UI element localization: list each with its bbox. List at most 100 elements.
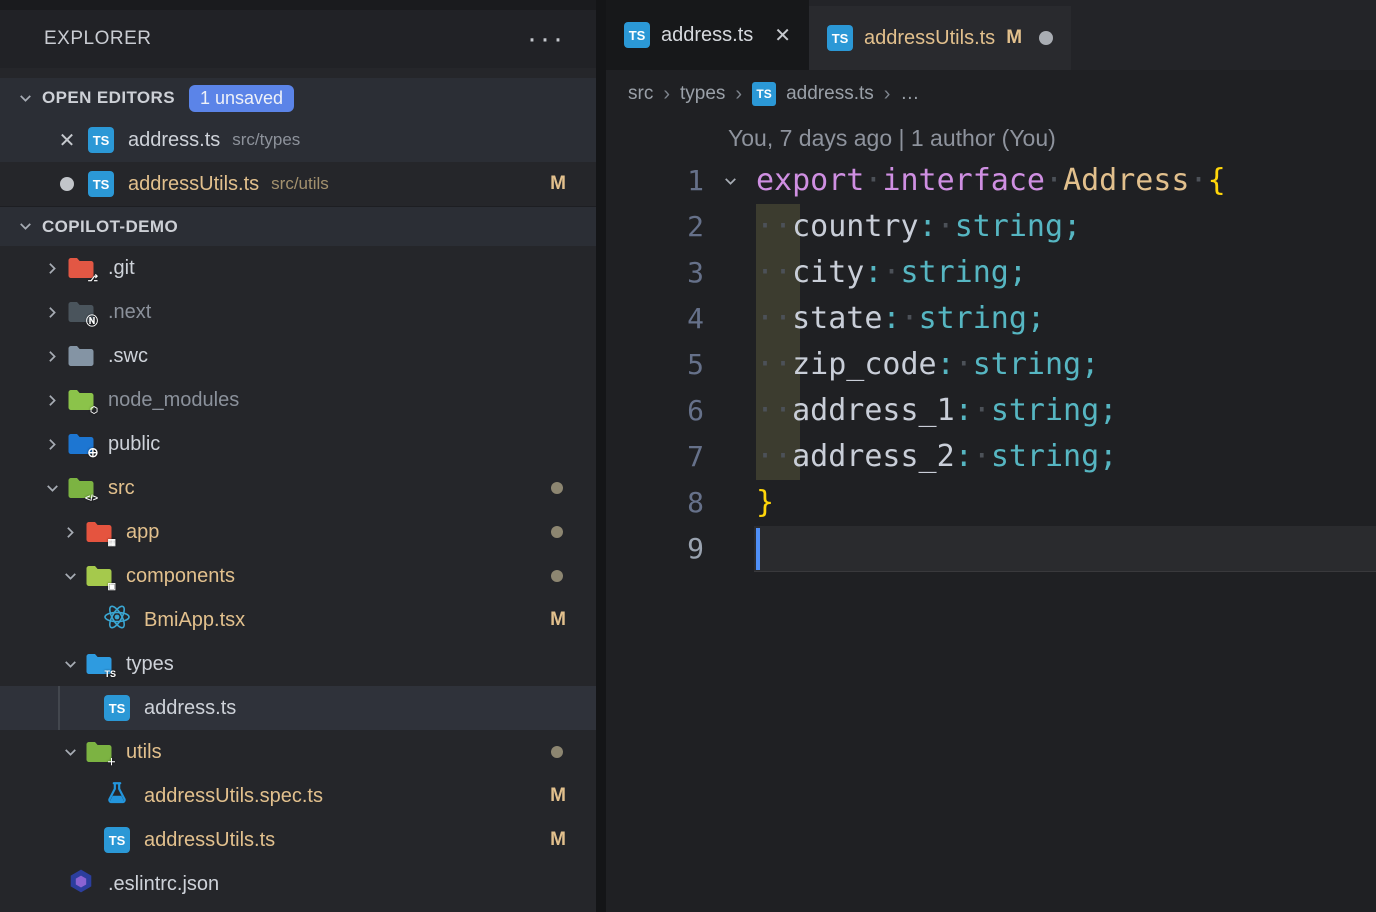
git-blame-codelens[interactable]: You, 7 days ago | 1 author (You) bbox=[606, 118, 1376, 158]
tree-item-utils[interactable]: ＋utils bbox=[0, 730, 596, 774]
tree-item-label: .swc bbox=[108, 345, 148, 368]
section-gap bbox=[0, 68, 596, 78]
modified-badge: M bbox=[550, 785, 566, 807]
open-editors-header[interactable]: OPEN EDITORS 1 unsaved bbox=[0, 78, 596, 118]
tab-label: address.ts bbox=[661, 24, 753, 47]
modified-badge: M bbox=[550, 829, 566, 851]
line-number: 6 bbox=[606, 388, 704, 434]
chevron-down-icon[interactable] bbox=[56, 738, 84, 766]
tree-item-src[interactable]: </>src bbox=[0, 466, 596, 510]
fold-gutter bbox=[704, 204, 756, 250]
code-line-1: 1export·interface·Address·{ bbox=[606, 158, 1376, 204]
tree-item--git[interactable]: ⎇.git bbox=[0, 246, 596, 290]
tree-item-address-ts[interactable]: TSaddress.ts bbox=[0, 686, 596, 730]
fold-gutter bbox=[704, 480, 756, 526]
typescript-file-icon: TS bbox=[104, 695, 130, 721]
breadcrumb-item[interactable]: types bbox=[680, 83, 725, 105]
modified-dot-badge bbox=[551, 482, 563, 494]
folder-icon bbox=[67, 344, 95, 368]
line-number: 8 bbox=[606, 480, 704, 526]
breadcrumb-item[interactable]: … bbox=[900, 83, 919, 105]
tab-addressutils-ts[interactable]: TSaddressUtils.tsM bbox=[809, 6, 1071, 70]
folder-app-icon: ▦ bbox=[85, 520, 113, 544]
code-editor[interactable]: You, 7 days ago | 1 author (You)1export·… bbox=[606, 118, 1376, 912]
tree-item--swc[interactable]: .swc bbox=[0, 334, 596, 378]
open-editor-item[interactable]: TSaddressUtils.tssrc/utilsM bbox=[0, 162, 596, 206]
line-number: 1 bbox=[606, 158, 704, 204]
chevron-down-icon[interactable] bbox=[56, 650, 84, 678]
modified-badge: M bbox=[550, 609, 566, 631]
tree-item-label: BmiApp.tsx bbox=[144, 609, 245, 632]
sidebar-editor-divider[interactable] bbox=[596, 0, 606, 912]
code-text: ··state:·string; bbox=[756, 296, 1045, 342]
tree-item--eslintrc-json[interactable]: .eslintrc.json bbox=[0, 862, 596, 906]
tree-item-node-modules[interactable]: ⬡node_modules bbox=[0, 378, 596, 422]
unsaved-dot-icon[interactable] bbox=[1039, 31, 1053, 45]
chevron-right-icon[interactable] bbox=[38, 386, 66, 414]
file-tree: ⎇.gitⓃ.next .swc ⬡node_modules🜨public</>sr… bbox=[0, 246, 596, 906]
line-number: 4 bbox=[606, 296, 704, 342]
code-text: ··address_2:·string; bbox=[756, 434, 1117, 480]
tab-address-ts[interactable]: TS address.ts ✕ bbox=[606, 0, 809, 70]
code-text: ··zip_code:·string; bbox=[756, 342, 1099, 388]
folder-next-icon: Ⓝ bbox=[67, 300, 95, 324]
chevron-down-icon bbox=[12, 214, 38, 240]
code-line-7: 7··address_2:·string; bbox=[606, 434, 1376, 480]
breadcrumb-item[interactable]: src bbox=[628, 83, 653, 105]
modified-badge: M bbox=[1006, 27, 1022, 49]
tree-item-addressutils-ts[interactable]: TSaddressUtils.tsM bbox=[0, 818, 596, 862]
tree-item-components[interactable]: ▣components bbox=[0, 554, 596, 598]
close-icon[interactable]: ✕ bbox=[774, 23, 791, 48]
tree-item-types[interactable]: TStypes bbox=[0, 642, 596, 686]
close-icon[interactable]: ✕ bbox=[59, 128, 76, 153]
tree-item-app[interactable]: ▦app bbox=[0, 510, 596, 554]
fold-gutter bbox=[704, 342, 756, 388]
eslint-icon bbox=[68, 868, 94, 900]
folder-types-icon: TS bbox=[85, 652, 113, 676]
indent-guide bbox=[58, 686, 60, 730]
chevron-right-icon[interactable] bbox=[56, 518, 84, 546]
code-line-2: 2··country:·string; bbox=[606, 204, 1376, 250]
tree-item-label: .eslintrc.json bbox=[108, 873, 219, 896]
typescript-file-icon: TS bbox=[752, 82, 776, 106]
modified-badge: M bbox=[550, 173, 566, 195]
tree-item-public[interactable]: 🜨public bbox=[0, 422, 596, 466]
fold-gutter bbox=[704, 250, 756, 296]
fold-gutter bbox=[704, 388, 756, 434]
code-line-3: 3··city:·string; bbox=[606, 250, 1376, 296]
breadcrumb-item[interactable]: address.ts bbox=[786, 83, 874, 105]
chevron-right-icon[interactable] bbox=[38, 430, 66, 458]
open-editor-item[interactable]: ✕TSaddress.tssrc/types bbox=[0, 118, 596, 162]
more-actions-icon[interactable]: ··· bbox=[527, 34, 566, 44]
folder-public-icon: 🜨 bbox=[67, 432, 95, 456]
chevron-right-icon[interactable] bbox=[38, 298, 66, 326]
folder-node-icon: ⬡ bbox=[67, 388, 95, 412]
tree-item-label: components bbox=[126, 565, 235, 588]
fold-gutter bbox=[704, 296, 756, 342]
sidebar-title-row: EXPLORER ··· bbox=[0, 10, 596, 68]
tree-item--next[interactable]: Ⓝ.next bbox=[0, 290, 596, 334]
tab-label: addressUtils.ts bbox=[864, 27, 995, 50]
code-text: ··address_1:·string; bbox=[756, 388, 1117, 434]
chevron-down-icon bbox=[12, 85, 38, 111]
folder-utils-icon: ＋ bbox=[85, 740, 113, 764]
tree-item-label: src bbox=[108, 477, 135, 500]
chevron-down-icon[interactable] bbox=[56, 562, 84, 590]
fold-chevron-icon[interactable] bbox=[704, 158, 756, 204]
modified-dot-badge bbox=[551, 526, 563, 538]
sidebar-title: EXPLORER bbox=[44, 28, 151, 50]
modified-dot-badge bbox=[551, 570, 563, 582]
editor-group: TSaddress.ts✕TSaddressUtils.tsM src›type… bbox=[606, 0, 1376, 912]
chevron-right-icon[interactable] bbox=[38, 342, 66, 370]
tree-item-addressutils-spec-ts[interactable]: addressUtils.spec.tsM bbox=[0, 774, 596, 818]
line-number: 9 bbox=[606, 526, 704, 572]
code-line-4: 4 ··state:·string; bbox=[606, 296, 1376, 342]
react-icon bbox=[103, 604, 131, 636]
chevron-down-icon[interactable] bbox=[38, 474, 66, 502]
fold-gutter bbox=[704, 526, 756, 572]
tree-item-bmiapp-tsx[interactable]: BmiApp.tsx M bbox=[0, 598, 596, 642]
chevron-right-icon[interactable] bbox=[38, 254, 66, 282]
project-section-header[interactable]: COPILOT-DEMO bbox=[0, 206, 596, 246]
typescript-file-icon: TS bbox=[624, 22, 650, 48]
unsaved-dot-icon[interactable] bbox=[60, 177, 74, 191]
